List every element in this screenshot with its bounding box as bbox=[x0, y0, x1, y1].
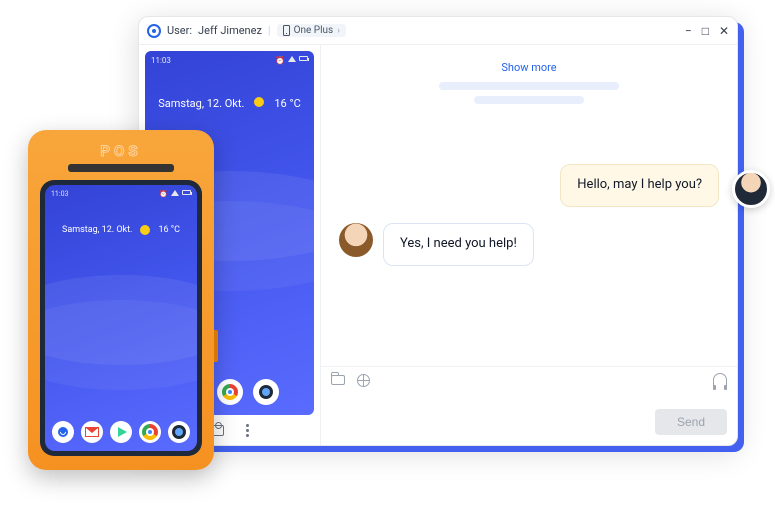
support-window: User: Jeff Jimenez | One Plus › − □ ✕ 11… bbox=[138, 16, 738, 446]
show-more-link[interactable]: Show more bbox=[339, 61, 719, 74]
headset-icon[interactable] bbox=[713, 373, 727, 387]
android-statusbar: 11:03 ⏰ bbox=[45, 185, 197, 203]
minimize-button[interactable]: − bbox=[685, 25, 692, 37]
window-controls: − □ ✕ bbox=[685, 25, 729, 37]
alarm-icon: ⏰ bbox=[275, 56, 285, 65]
android-dock bbox=[45, 421, 197, 443]
signal-icon bbox=[288, 56, 296, 62]
close-button[interactable]: ✕ bbox=[719, 25, 729, 37]
chrome-icon[interactable] bbox=[217, 379, 243, 405]
pos-phone-frame: 11:03 ⏰ Samstag, 12. Okt. 16 °C bbox=[40, 180, 202, 456]
loading-placeholder bbox=[339, 82, 719, 104]
message-row-outgoing: Hello, may I help you? bbox=[339, 164, 719, 207]
send-button[interactable]: Send bbox=[655, 409, 727, 435]
maximize-button[interactable]: □ bbox=[702, 25, 709, 37]
play-store-icon[interactable] bbox=[110, 421, 132, 443]
chat-log[interactable]: Show more Hello, may I help you? Yes, I … bbox=[321, 45, 737, 366]
home-temp: 16 °C bbox=[274, 97, 300, 110]
title-divider: | bbox=[268, 24, 271, 37]
home-date: Samstag, 12. Okt. bbox=[62, 225, 132, 235]
attach-file-icon[interactable] bbox=[331, 375, 345, 385]
home-date: Samstag, 12. Okt. bbox=[158, 97, 244, 110]
chat-composer: Send bbox=[321, 366, 737, 445]
phone-app-icon[interactable] bbox=[52, 421, 74, 443]
titlebar: User: Jeff Jimenez | One Plus › − □ ✕ bbox=[139, 17, 737, 45]
app-icon bbox=[147, 24, 161, 38]
weather-sun-icon bbox=[140, 225, 150, 235]
android-statusbar: 11:03 ⏰ bbox=[145, 51, 314, 69]
user-avatar bbox=[339, 223, 373, 257]
device-name: One Plus bbox=[294, 25, 334, 36]
more-button[interactable] bbox=[239, 422, 255, 438]
message-bubble: Yes, I need you help! bbox=[383, 223, 534, 266]
home-temp: 16 °C bbox=[158, 225, 180, 235]
user-prefix: User: bbox=[167, 24, 192, 37]
chat-panel: Show more Hello, may I help you? Yes, I … bbox=[321, 45, 737, 445]
web-icon[interactable] bbox=[357, 374, 370, 387]
pos-device: POS 11:03 ⏰ Samstag, 12. Okt. 16 °C bbox=[28, 130, 214, 470]
signal-icon bbox=[171, 190, 179, 196]
pos-phone-screen[interactable]: 11:03 ⏰ Samstag, 12. Okt. 16 °C bbox=[45, 185, 197, 451]
battery-icon bbox=[299, 56, 308, 61]
receipt-slot bbox=[68, 164, 174, 172]
status-time: 11:03 bbox=[151, 56, 171, 65]
battery-icon bbox=[182, 190, 191, 195]
pos-brand: POS bbox=[40, 142, 202, 160]
user-name: Jeff Jimenez bbox=[198, 24, 262, 37]
pos-side-button[interactable] bbox=[214, 330, 218, 362]
camera-icon[interactable] bbox=[168, 421, 190, 443]
alarm-icon: ⏰ bbox=[159, 190, 168, 198]
agent-avatar bbox=[732, 170, 770, 208]
device-chip[interactable]: One Plus › bbox=[277, 24, 346, 37]
phone-icon bbox=[283, 25, 290, 36]
chevron-right-icon: › bbox=[337, 26, 340, 36]
gmail-icon[interactable] bbox=[81, 421, 103, 443]
status-time: 11:03 bbox=[51, 190, 68, 198]
weather-sun-icon bbox=[254, 97, 264, 107]
message-bubble: Hello, may I help you? bbox=[560, 164, 719, 207]
chrome-icon[interactable] bbox=[139, 421, 161, 443]
message-row-incoming: Yes, I need you help! bbox=[339, 223, 719, 266]
camera-icon[interactable] bbox=[253, 379, 279, 405]
